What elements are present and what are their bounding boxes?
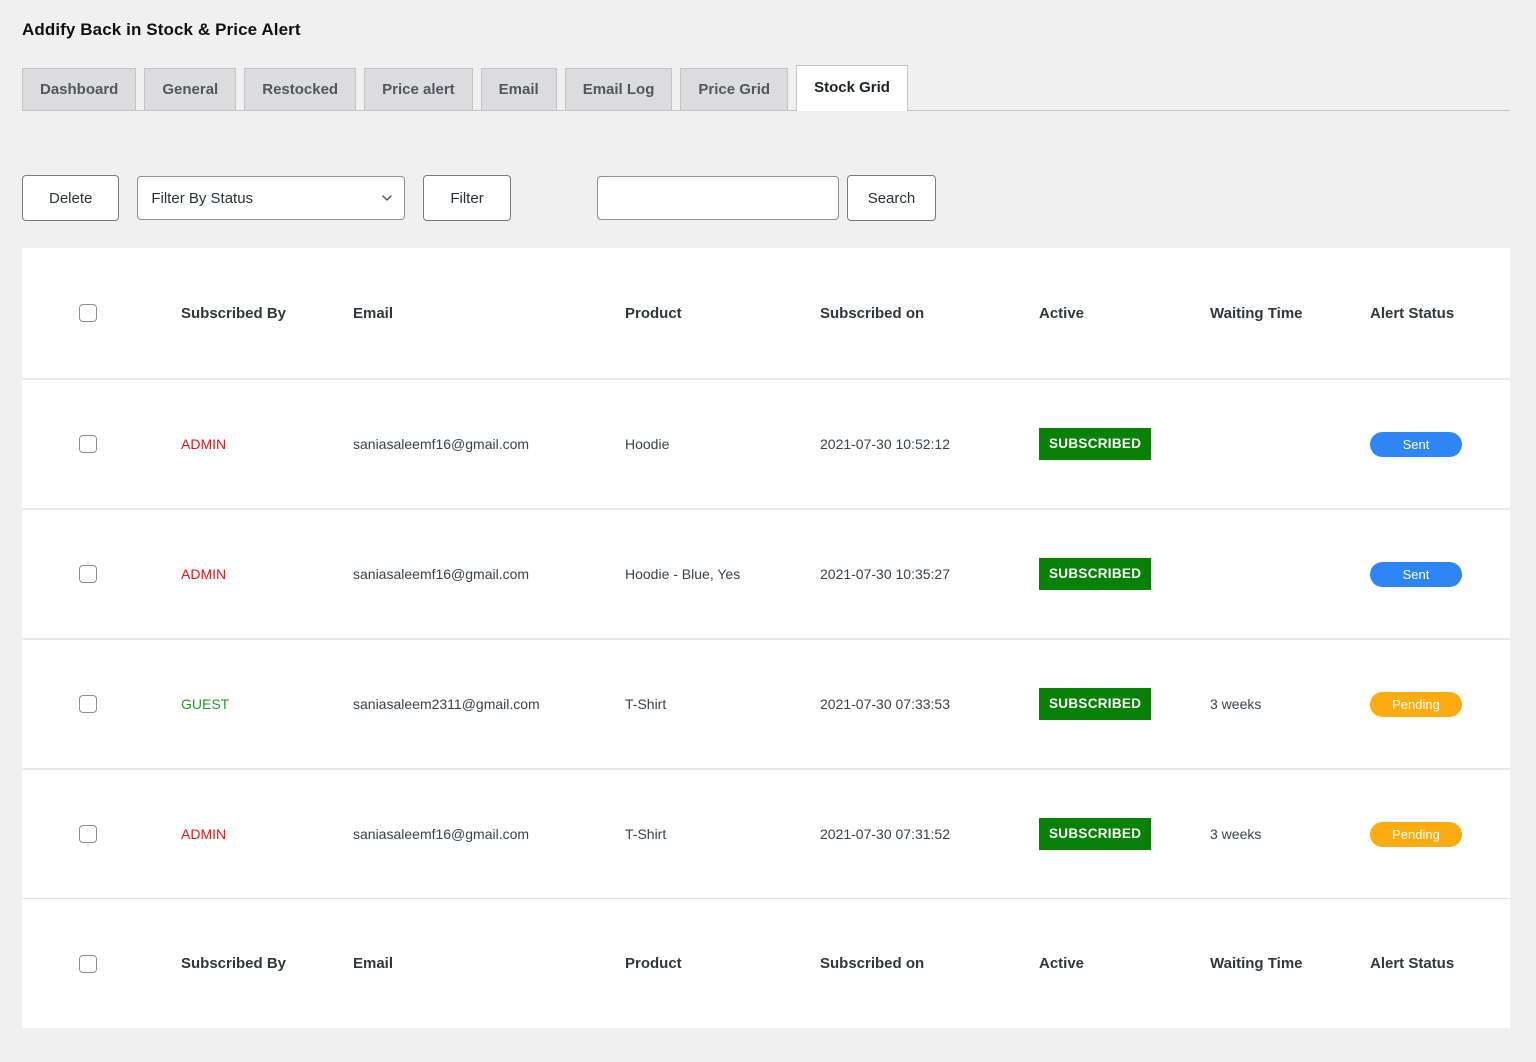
tab-price-grid[interactable]: Price Grid	[680, 68, 788, 110]
subscribed-on-cell: 2021-07-30 07:33:53	[820, 696, 1039, 712]
product-cell: Hoodie - Blue, Yes	[625, 566, 820, 582]
select-row-checkbox[interactable]	[79, 435, 97, 453]
product-cell: T-Shirt	[625, 826, 820, 842]
column-header: Subscribed By	[181, 305, 353, 322]
alert-status-badge: Sent	[1370, 562, 1462, 587]
column-header: Product	[625, 955, 820, 972]
tab-stock-grid[interactable]: Stock Grid	[796, 65, 908, 111]
plugin-page: Addify Back in Stock & Price Alert Dashb…	[0, 0, 1536, 1055]
subscribed-on-cell: 2021-07-30 10:52:12	[820, 436, 1039, 452]
subscribed-badge: SUBSCRIBED	[1039, 558, 1151, 590]
subscribed-by-cell: GUEST	[181, 696, 353, 712]
table-row: ADMIN saniasaleemf16@gmail.comHoodie2021-…	[22, 378, 1510, 508]
select-all-checkbox[interactable]	[79, 304, 97, 322]
alert-status-badge: Pending	[1370, 822, 1462, 847]
search-input[interactable]	[597, 176, 839, 220]
checkbox-cell	[79, 565, 181, 583]
subscribed-badge: SUBSCRIBED	[1039, 688, 1151, 720]
table-footer-row: Subscribed ByEmailProductSubscribed onAc…	[22, 898, 1510, 1028]
select-all-checkbox-bottom[interactable]	[79, 955, 97, 973]
tab-email[interactable]: Email	[481, 68, 557, 110]
email-cell: saniasaleem2311@gmail.com	[353, 696, 625, 712]
email-cell: saniasaleemf16@gmail.com	[353, 826, 625, 842]
tab-restocked[interactable]: Restocked	[244, 68, 356, 110]
subscriber-type-label: ADMIN	[181, 436, 226, 452]
column-header: Product	[625, 305, 820, 322]
waiting-time-cell: 3 weeks	[1210, 696, 1370, 712]
tab-bar: DashboardGeneralRestockedPrice alertEmai…	[22, 65, 1510, 111]
checkbox-cell	[79, 435, 181, 453]
page-title: Addify Back in Stock & Price Alert	[22, 20, 1510, 40]
column-header: Alert Status	[1370, 305, 1510, 322]
table-row: ADMIN saniasaleemf16@gmail.comT-Shirt2021…	[22, 768, 1510, 898]
select-row-checkbox[interactable]	[79, 565, 97, 583]
product-cell: Hoodie	[625, 436, 820, 452]
alert-status-cell: Pending	[1370, 692, 1510, 717]
active-cell: SUBSCRIBED	[1039, 558, 1210, 590]
column-header: Waiting Time	[1210, 305, 1370, 322]
tab-price-alert[interactable]: Price alert	[364, 68, 473, 110]
subscriber-type-label: GUEST	[181, 696, 229, 712]
toolbar: Delete Filter By Status Filter Search	[22, 175, 1510, 221]
active-cell: SUBSCRIBED	[1039, 818, 1210, 850]
filter-status-select-wrap: Filter By Status	[137, 176, 405, 220]
waiting-time-cell: 3 weeks	[1210, 826, 1370, 842]
select-row-checkbox[interactable]	[79, 695, 97, 713]
checkbox-cell	[79, 695, 181, 713]
column-header: Active	[1039, 955, 1210, 972]
subscriptions-table: Subscribed ByEmailProductSubscribed onAc…	[22, 248, 1510, 1028]
tab-general[interactable]: General	[144, 68, 236, 110]
subscribed-on-cell: 2021-07-30 10:35:27	[820, 566, 1039, 582]
table-header-row: Subscribed ByEmailProductSubscribed onAc…	[22, 248, 1510, 378]
delete-button[interactable]: Delete	[22, 175, 119, 221]
checkbox-cell	[79, 304, 181, 322]
column-header: Email	[353, 955, 625, 972]
subscriber-type-label: ADMIN	[181, 566, 226, 582]
alert-status-cell: Sent	[1370, 562, 1510, 587]
subscribed-by-cell: ADMIN	[181, 826, 353, 842]
filter-status-select[interactable]: Filter By Status	[137, 176, 405, 220]
column-header: Subscribed on	[820, 305, 1039, 322]
column-header: Waiting Time	[1210, 955, 1370, 972]
alert-status-badge: Sent	[1370, 432, 1462, 457]
alert-status-cell: Sent	[1370, 432, 1510, 457]
alert-status-cell: Pending	[1370, 822, 1510, 847]
checkbox-cell	[79, 825, 181, 843]
column-header: Alert Status	[1370, 955, 1510, 972]
table-row: GUEST saniasaleem2311@gmail.comT-Shirt202…	[22, 638, 1510, 768]
email-cell: saniasaleemf16@gmail.com	[353, 436, 625, 452]
email-cell: saniasaleemf16@gmail.com	[353, 566, 625, 582]
alert-status-badge: Pending	[1370, 692, 1462, 717]
column-header: Email	[353, 305, 625, 322]
active-cell: SUBSCRIBED	[1039, 688, 1210, 720]
filter-button[interactable]: Filter	[423, 175, 510, 221]
tab-email-log[interactable]: Email Log	[565, 68, 673, 110]
column-header: Subscribed on	[820, 955, 1039, 972]
subscribed-badge: SUBSCRIBED	[1039, 818, 1151, 850]
subscribed-badge: SUBSCRIBED	[1039, 428, 1151, 460]
active-cell: SUBSCRIBED	[1039, 428, 1210, 460]
subscribed-by-cell: ADMIN	[181, 566, 353, 582]
checkbox-cell	[79, 955, 181, 973]
table-row: ADMIN saniasaleemf16@gmail.comHoodie - Bl…	[22, 508, 1510, 638]
tab-dashboard[interactable]: Dashboard	[22, 68, 136, 110]
column-header: Subscribed By	[181, 955, 353, 972]
select-row-checkbox[interactable]	[79, 825, 97, 843]
column-header: Active	[1039, 305, 1210, 322]
product-cell: T-Shirt	[625, 696, 820, 712]
subscribed-on-cell: 2021-07-30 07:31:52	[820, 826, 1039, 842]
search-button[interactable]: Search	[847, 175, 937, 221]
subscribed-by-cell: ADMIN	[181, 436, 353, 452]
subscriber-type-label: ADMIN	[181, 826, 226, 842]
